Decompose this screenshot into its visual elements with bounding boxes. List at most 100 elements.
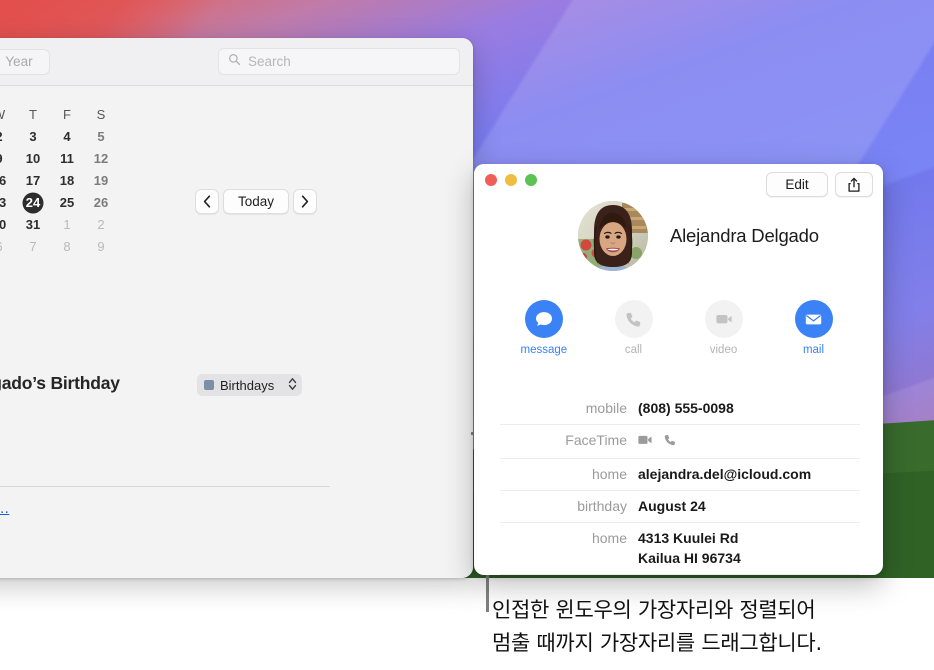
- screen: Year Search SMTWTFS 30311234567891011121…: [0, 0, 934, 670]
- contact-detail-label: birthday: [577, 498, 627, 514]
- search-input[interactable]: Search: [218, 48, 460, 75]
- phone-icon[interactable]: [663, 432, 677, 452]
- window-controls[interactable]: [485, 174, 537, 186]
- calendar-day-cell[interactable]: 2: [0, 126, 16, 148]
- divider: [0, 486, 330, 487]
- contact-detail-label: home: [591, 466, 627, 482]
- contact-detail-value[interactable]: August 24: [638, 496, 706, 516]
- today-button[interactable]: Today: [223, 189, 289, 214]
- contact-detail-row[interactable]: mobile (808) 555-0098: [500, 393, 860, 425]
- day-of-week-cell: T: [29, 107, 37, 122]
- mail-action-button[interactable]: mail: [791, 300, 837, 356]
- calendar-body: SMTWTFS 30311234567891011121314151617181…: [0, 86, 473, 578]
- calendar-day-cell[interactable]: 9: [0, 148, 16, 170]
- calendar-day-cell-adjacent-month[interactable]: 9: [84, 236, 118, 258]
- calendar-day-cell-weekend[interactable]: 19: [84, 170, 118, 192]
- contact-detail-label: home: [591, 530, 627, 546]
- contact-detail-value[interactable]: (808) 555-0098: [638, 398, 734, 418]
- calendar-day-cell-weekend[interactable]: 5: [84, 126, 118, 148]
- calendar-select-label: Birthdays: [220, 377, 275, 393]
- calendar-day-cell-adjacent-month[interactable]: 7: [16, 236, 50, 258]
- calendar-week-row: 303112345: [0, 126, 124, 148]
- close-traffic-light[interactable]: [485, 174, 497, 186]
- chevron-right-icon: [301, 195, 309, 208]
- contact-detail-label: mobile: [585, 400, 627, 416]
- calendar-day-cell-weekend[interactable]: 26: [84, 192, 118, 214]
- calendar-navigation[interactable]: Today: [195, 189, 317, 214]
- calendar-day-cell[interactable]: 11: [50, 148, 84, 170]
- share-button[interactable]: [835, 172, 873, 197]
- event-title: Alejandra Delgado’s Birthday: [0, 373, 120, 393]
- calendar-select[interactable]: Birthdays: [197, 374, 303, 396]
- previous-month-button[interactable]: [195, 189, 219, 214]
- contact-name: Alejandra Delgado: [670, 225, 819, 246]
- day-of-week-cell: S: [96, 107, 106, 122]
- calendar-day-cell[interactable]: 18: [50, 170, 84, 192]
- year-view-button[interactable]: Year: [0, 49, 50, 75]
- contact-detail-value[interactable]: 4313 Kuulei Rd Kailua HI 96734: [638, 528, 741, 568]
- message-action-button[interactable]: message: [521, 300, 567, 356]
- video-action-button: video: [701, 300, 747, 356]
- edit-button[interactable]: Edit: [766, 172, 828, 197]
- calendar-week-row: 13141516171819: [0, 170, 124, 192]
- avatar: [578, 201, 648, 271]
- chevron-left-icon: [203, 195, 211, 208]
- contact-detail-value-line2: Kailua HI 96734: [638, 550, 741, 566]
- contact-detail-value[interactable]: alejandra.del@icloud.com: [638, 464, 811, 484]
- zoom-traffic-light[interactable]: [525, 174, 537, 186]
- video-action-label: video: [709, 344, 738, 356]
- video-camera-icon: [704, 300, 743, 338]
- call-action-label: call: [624, 344, 643, 356]
- month-weeks[interactable]: 3031123456789101112131415161718192021222…: [0, 126, 124, 258]
- calendar-day-cell[interactable]: 4: [50, 126, 84, 148]
- contact-detail-row[interactable]: birthday August 24: [500, 491, 860, 523]
- instruction-caption: 인접한 윈도우의 가장자리와 정렬되어 멈출 때까지 가장자리를 드래그합니다.: [492, 598, 822, 655]
- video-camera-icon[interactable]: [638, 432, 654, 452]
- calendar-color-swatch: [204, 380, 214, 390]
- calendar-week-row: 6789101112: [0, 148, 124, 170]
- next-month-button[interactable]: [293, 189, 317, 214]
- calendar-day-cell-adjacent-month[interactable]: 8: [50, 236, 84, 258]
- show-in-contacts-link[interactable]: Show in Contacts…: [0, 501, 9, 517]
- share-icon: [848, 177, 860, 192]
- search-icon: [228, 53, 241, 71]
- calendar-day-cell-today[interactable]: 24: [16, 192, 50, 214]
- calendar-toolbar: Year Search: [0, 38, 473, 86]
- day-of-week-cell: W: [0, 104, 16, 126]
- calendar-week-row: 3456789: [0, 236, 124, 258]
- calendar-day-cell[interactable]: 17: [16, 170, 50, 192]
- minimize-traffic-light[interactable]: [505, 174, 517, 186]
- calendar-day-cell-adjacent-month[interactable]: 6: [0, 236, 16, 258]
- calendar-day-cell-adjacent-month[interactable]: 1: [50, 214, 84, 236]
- contact-detail-label: FaceTime: [565, 432, 627, 448]
- calendar-day-cell[interactable]: 30: [0, 214, 16, 236]
- facetime-icons[interactable]: [638, 430, 677, 452]
- calendar-day-cell[interactable]: 31: [16, 214, 50, 236]
- contact-detail-row[interactable]: FaceTime: [500, 425, 860, 459]
- day-of-week-header: SMTWTFS: [0, 104, 124, 126]
- contact-action-row[interactable]: message call video mail: [474, 300, 883, 356]
- calendar-day-cell-adjacent-month[interactable]: 2: [84, 214, 118, 236]
- calendar-day-cell[interactable]: 3: [16, 126, 50, 148]
- envelope-icon: [794, 300, 833, 338]
- contacts-window[interactable]: Edit Alejandra Delgado message call vide…: [474, 164, 883, 575]
- calendar-day-cell[interactable]: 23: [0, 192, 16, 214]
- calendar-day-cell[interactable]: 10: [16, 148, 50, 170]
- contact-detail-row[interactable]: home 4313 Kuulei Rd Kailua HI 96734: [500, 523, 860, 575]
- phone-icon: [614, 300, 653, 338]
- day-of-week-cell: F: [63, 107, 71, 122]
- contact-details-table[interactable]: mobile (808) 555-0098 FaceTime home alejandr…: [500, 393, 860, 575]
- chevron-updown-icon: [288, 377, 297, 394]
- calendar-week-row: 272829303112: [0, 214, 124, 236]
- calendar-day-cell[interactable]: 25: [50, 192, 84, 214]
- contact-detail-row[interactable]: home alejandra.del@icloud.com: [500, 459, 860, 491]
- calendar-day-cell-weekend[interactable]: 12: [84, 148, 118, 170]
- calendar-day-cell[interactable]: 16: [0, 170, 16, 192]
- contact-header: Alejandra Delgado: [474, 201, 883, 271]
- mail-action-label: mail: [802, 344, 825, 356]
- call-action-button: call: [611, 300, 657, 356]
- calendar-window[interactable]: Year Search SMTWTFS 30311234567891011121…: [0, 38, 473, 578]
- search-placeholder: Search: [248, 54, 291, 69]
- calendar-week-row: 20212223242526: [0, 192, 124, 214]
- month-grid[interactable]: SMTWTFS 30311234567891011121314151617181…: [0, 104, 124, 258]
